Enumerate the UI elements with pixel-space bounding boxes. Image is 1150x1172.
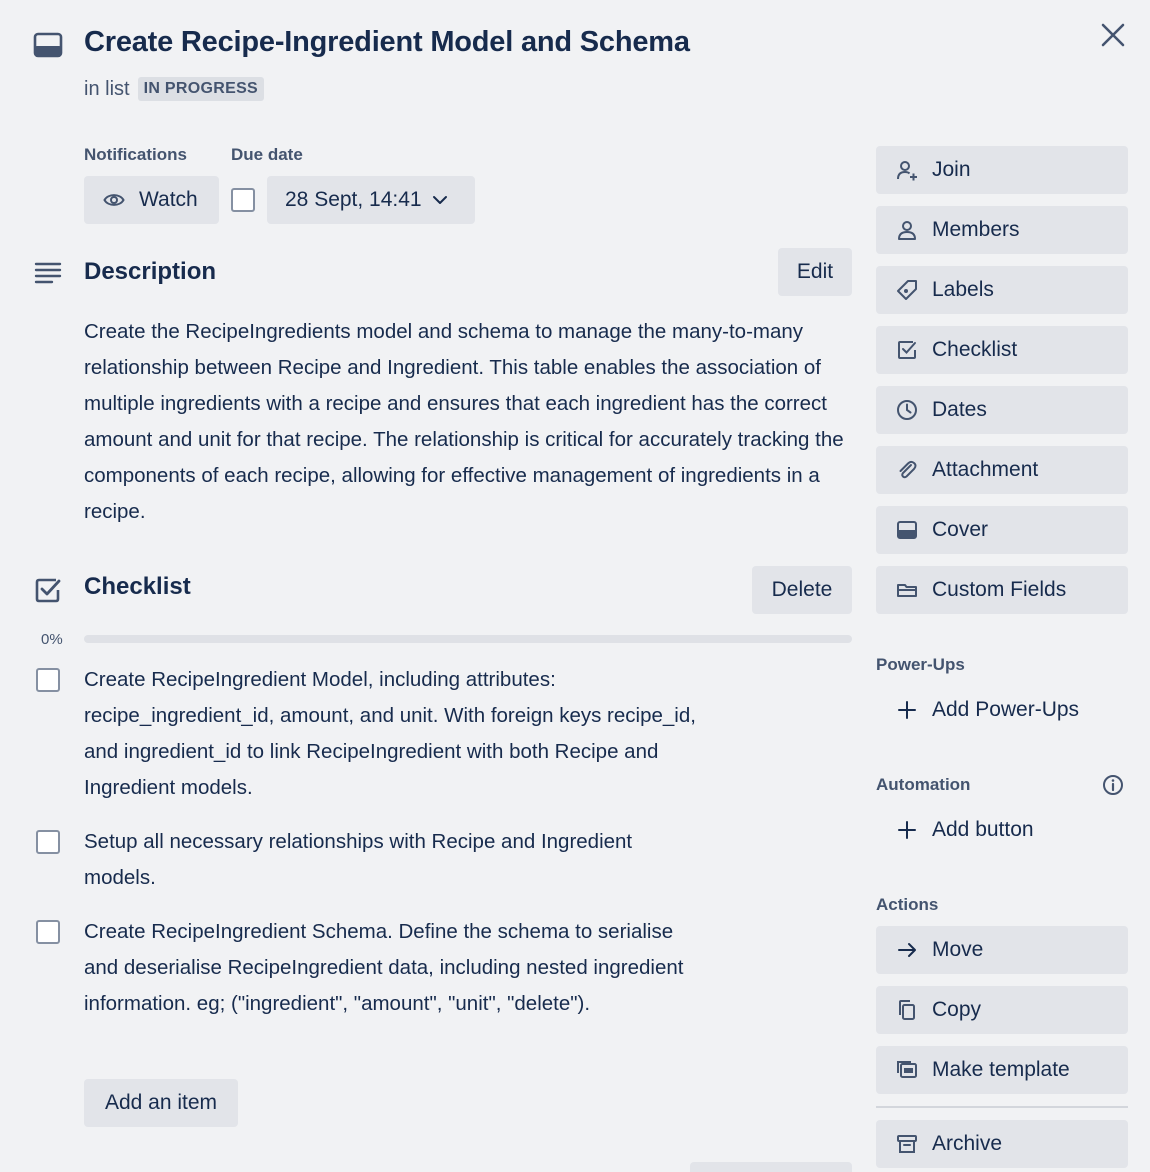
attachment-label: Attachment <box>932 458 1039 481</box>
watch-button[interactable]: Watch <box>84 176 219 224</box>
checklist-item-text[interactable]: Create RecipeIngredient Schema. Define t… <box>84 914 704 1022</box>
checklist-title[interactable]: Checklist <box>84 573 191 601</box>
make-template-label: Make template <box>932 1058 1070 1081</box>
due-date-complete-checkbox[interactable] <box>231 188 255 212</box>
arrow-right-icon <box>896 939 918 961</box>
dates-button[interactable]: Dates <box>876 386 1128 434</box>
due-date-value: 28 Sept, 14:41 <box>285 188 422 211</box>
checklist-progress-percent: 0% <box>41 631 63 648</box>
label-tag-icon <box>896 279 918 301</box>
person-add-icon <box>896 159 918 181</box>
add-power-ups-label: Add Power-Ups <box>932 698 1080 721</box>
plus-icon <box>896 819 918 841</box>
list-name-badge[interactable]: IN PROGRESS <box>137 77 265 101</box>
close-icon <box>1101 23 1125 47</box>
checklist-item-text[interactable]: Setup all necessary relationships with R… <box>84 824 704 896</box>
join-button[interactable]: Join <box>876 146 1128 194</box>
add-button-label: Add button <box>932 818 1034 841</box>
add-checklist-item-button[interactable]: Add an item <box>84 1079 238 1127</box>
custom-fields-label: Custom Fields <box>932 578 1067 601</box>
cover-button[interactable]: Cover <box>876 506 1128 554</box>
delete-checklist-button[interactable]: Delete <box>752 566 852 614</box>
sidebar-divider <box>876 1106 1128 1108</box>
eye-icon <box>103 192 125 208</box>
custom-fields-button[interactable]: Custom Fields <box>876 566 1128 614</box>
plus-icon <box>896 699 918 721</box>
move-label: Move <box>932 938 984 961</box>
cover-label: Cover <box>932 518 989 541</box>
cover-icon <box>896 519 918 541</box>
labels-button[interactable]: Labels <box>876 266 1128 314</box>
template-icon <box>896 1059 918 1081</box>
info-icon[interactable] <box>1101 773 1125 797</box>
edit-description-button[interactable]: Edit <box>778 248 852 296</box>
checklist-icon <box>32 575 64 605</box>
actions-heading: Actions <box>876 895 939 914</box>
add-automation-button[interactable]: Add button <box>876 808 1128 852</box>
checklist-progress-bar <box>84 635 852 643</box>
copy-icon <box>896 999 918 1021</box>
due-date-button[interactable]: 28 Sept, 14:41 <box>267 176 475 224</box>
description-title: Description <box>84 258 217 285</box>
checklist-item-text[interactable]: Create RecipeIngredient Model, including… <box>84 662 704 806</box>
checkbox-icon <box>896 339 918 361</box>
dates-label: Dates <box>932 398 987 421</box>
checklist-item-checkbox[interactable] <box>36 920 60 944</box>
watch-label: Watch <box>139 188 198 211</box>
close-button[interactable] <box>1096 18 1130 52</box>
description-icon <box>32 259 64 287</box>
move-button[interactable]: Move <box>876 926 1128 974</box>
checklist-item-checkbox[interactable] <box>36 830 60 854</box>
copy-label: Copy <box>932 998 982 1021</box>
checklist-label: Checklist <box>932 338 1018 361</box>
checklist-button[interactable]: Checklist <box>876 326 1128 374</box>
due-date-label: Due date <box>231 145 303 164</box>
person-icon <box>896 219 918 241</box>
archive-button[interactable]: Archive <box>876 1120 1128 1168</box>
attachment-button[interactable]: Attachment <box>876 446 1128 494</box>
join-label: Join <box>932 158 971 181</box>
in-list-label: in list <box>84 77 130 100</box>
labels-label: Labels <box>932 278 994 301</box>
add-power-ups-button[interactable]: Add Power-Ups <box>876 688 1128 732</box>
chevron-down-icon <box>432 195 448 205</box>
card-icon <box>32 30 64 60</box>
notifications-label: Notifications <box>84 145 187 164</box>
list-info: in list IN PROGRESS <box>84 77 265 101</box>
checklist-item-checkbox[interactable] <box>36 668 60 692</box>
members-label: Members <box>932 218 1020 241</box>
card-title[interactable]: Create Recipe-Ingredient Model and Schem… <box>84 26 690 59</box>
partial-button[interactable] <box>690 1162 852 1172</box>
description-text[interactable]: Create the RecipeIngredients model and s… <box>84 314 856 530</box>
make-template-button[interactable]: Make template <box>876 1046 1128 1094</box>
clock-icon <box>896 399 918 421</box>
automation-heading: Automation <box>876 775 971 794</box>
power-ups-heading: Power-Ups <box>876 655 965 674</box>
custom-fields-icon <box>896 579 918 601</box>
archive-icon <box>896 1133 918 1155</box>
paperclip-icon <box>896 459 918 481</box>
copy-button[interactable]: Copy <box>876 986 1128 1034</box>
archive-label: Archive <box>932 1132 1003 1155</box>
members-button[interactable]: Members <box>876 206 1128 254</box>
